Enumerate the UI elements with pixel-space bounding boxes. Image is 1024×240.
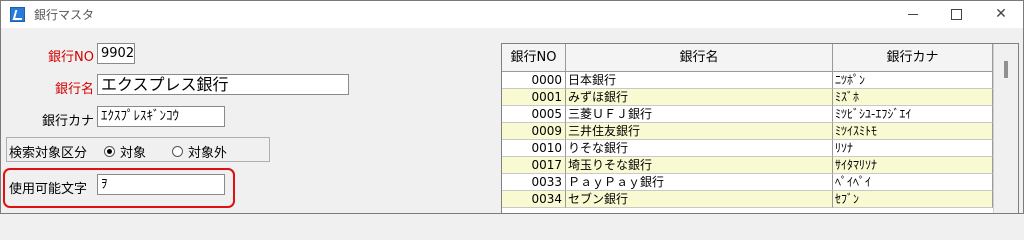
cell-bank-name: ＰａｙＰａｙ銀行 <box>566 174 833 191</box>
cell-bank-name: 三菱ＵＦＪ銀行 <box>566 106 833 123</box>
close-button[interactable]: ✕ <box>986 5 1016 23</box>
cell-bank-name: りそな銀行 <box>566 140 833 157</box>
radio-target-label: 対象 <box>120 146 147 161</box>
cell-bank-no: 0005 <box>502 106 566 123</box>
bank-kana-field[interactable]: ｴｸｽﾌﾟﾚｽｷﾞﾝｺｳ <box>97 106 225 127</box>
cell-bank-kana: ﾐﾂｲｽﾐﾄﾓ <box>833 123 993 140</box>
cell-bank-no: 0000 <box>502 72 566 89</box>
grid-header: 銀行NO 銀行名 銀行カナ <box>502 44 993 72</box>
cell-bank-name: みずほ銀行 <box>566 89 833 106</box>
cell-bank-name: 日本銀行 <box>566 72 833 89</box>
highlight-annotation <box>3 168 235 208</box>
cell-bank-name: 三井住友銀行 <box>566 123 833 140</box>
title-bar: 銀行マスタ ✕ <box>1 1 1023 28</box>
radio-target[interactable]: 対象 <box>104 142 146 161</box>
vertical-scrollbar[interactable] <box>993 44 1018 213</box>
cell-bank-name: セブン銀行 <box>566 191 833 208</box>
radio-selected-icon <box>104 146 115 157</box>
bank-name-label: 銀行名 <box>54 82 94 97</box>
table-row[interactable]: 0000 日本銀行 ﾆﾂﾎﾟﾝ <box>502 72 993 89</box>
radio-non-target-label: 対象外 <box>188 146 228 161</box>
cell-bank-name: 埼玉りそな銀行 <box>566 157 833 174</box>
header-bank-no[interactable]: 銀行NO <box>502 44 566 72</box>
cell-bank-kana: ﾍﾟｲﾍﾟｲ <box>833 174 993 191</box>
cell-bank-kana: ﾐﾂﾋﾞｼﾕ-ｴﾌｼﾞｴｲ <box>833 106 993 123</box>
table-row[interactable]: 0017 埼玉りそな銀行 ｻｲﾀﾏﾘｿﾅ <box>502 157 993 174</box>
cell-bank-no: 0033 <box>502 174 566 191</box>
window-title: 銀行マスタ <box>34 8 95 22</box>
cell-bank-no: 0009 <box>502 123 566 140</box>
table-row[interactable]: 0005 三菱ＵＦＪ銀行 ﾐﾂﾋﾞｼﾕ-ｴﾌｼﾞｴｲ <box>502 106 993 123</box>
radio-unselected-icon <box>172 146 183 157</box>
bank-kana-label: 銀行カナ <box>41 114 94 129</box>
cell-bank-no: 0034 <box>502 191 566 208</box>
bank-name-field[interactable]: エクスプレス銀行 <box>97 74 349 95</box>
cell-bank-no: 0017 <box>502 157 566 174</box>
scrollbar-thumb[interactable] <box>1004 61 1008 78</box>
header-bank-kana[interactable]: 銀行カナ <box>833 44 993 72</box>
cell-bank-no: 0001 <box>502 89 566 106</box>
cell-bank-kana: ﾐｽﾞﾎ <box>833 89 993 106</box>
cell-bank-no: 0010 <box>502 140 566 157</box>
bank-no-field[interactable]: 9902 <box>97 43 135 64</box>
table-row[interactable]: 0033 ＰａｙＰａｙ銀行 ﾍﾟｲﾍﾟｲ <box>502 174 993 191</box>
header-bank-name[interactable]: 銀行名 <box>566 44 833 72</box>
table-row[interactable]: 0001 みずほ銀行 ﾐｽﾞﾎ <box>502 89 993 106</box>
cell-bank-kana: ﾆﾂﾎﾟﾝ <box>833 72 993 89</box>
table-row[interactable]: 0034 セブン銀行 ｾﾌﾞﾝ <box>502 191 993 208</box>
app-icon <box>10 7 25 22</box>
table-row[interactable]: 0009 三井住友銀行 ﾐﾂｲｽﾐﾄﾓ <box>502 123 993 140</box>
maximize-button[interactable] <box>941 5 971 23</box>
radio-non-target[interactable]: 対象外 <box>172 142 227 161</box>
bank-list-grid[interactable]: 銀行NO 銀行名 銀行カナ 0000 日本銀行 ﾆﾂﾎﾟﾝ 0001 みずほ銀行 ﾐｽﾞﾎ… <box>501 43 1019 213</box>
minimize-button[interactable] <box>898 5 928 23</box>
table-row[interactable]: 0010 りそな銀行 ﾘｿﾅ <box>502 140 993 157</box>
bank-master-window: 銀行マスタ ✕ 銀行NO 9902 銀行名 エクスプレス銀行 銀行カナ ｴｸｽﾌ… <box>0 0 1024 214</box>
cell-bank-kana: ｻｲﾀﾏﾘｿﾅ <box>833 157 993 174</box>
bank-no-label: 銀行NO <box>48 50 94 65</box>
cell-bank-kana: ｾﾌﾞﾝ <box>833 191 993 208</box>
cell-bank-kana: ﾘｿﾅ <box>833 140 993 157</box>
